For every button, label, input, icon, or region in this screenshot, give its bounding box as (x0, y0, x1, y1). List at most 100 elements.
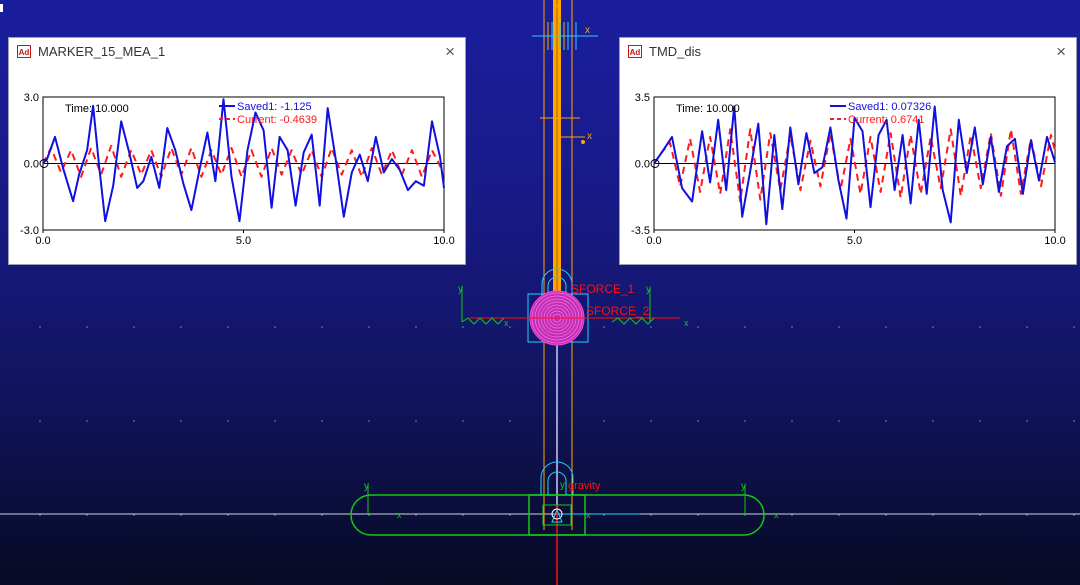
grid-dot (697, 326, 699, 328)
grid-dot (368, 420, 370, 422)
grid-dot (744, 326, 746, 328)
x-tick-label: 10.0 (1044, 235, 1065, 247)
grid-dot (86, 420, 88, 422)
grid-dot (180, 420, 182, 422)
x-tick-label: 10.0 (433, 235, 454, 247)
grid-dot (274, 420, 276, 422)
grid-dot (227, 326, 229, 328)
legend-label: Current: 0.6741 (848, 114, 924, 126)
axis-y-label: y (560, 480, 565, 491)
grid-dot (744, 420, 746, 422)
grid-dot (1073, 326, 1075, 328)
sforce-2-label: SFORCE_2 (586, 304, 650, 318)
y-tick-label: 0.0 (635, 159, 650, 171)
grid-dot (932, 514, 934, 516)
axis-x-label: x (397, 510, 402, 520)
grid-dot (1026, 326, 1028, 328)
grid-dot (697, 514, 699, 516)
line-chart: 3.50.0-3.50.0 5.0 10.0Time: 10.000 Saved1: … (631, 92, 1066, 247)
grid-dot (415, 514, 417, 516)
grid-dot (932, 420, 934, 422)
axis-x-label: x (587, 131, 592, 142)
x-tick-label: 5.0 (236, 235, 251, 247)
axis-y-label: y (741, 481, 746, 492)
axis-x-label: x (585, 25, 590, 36)
x-tick-label: 0.0 (35, 235, 50, 247)
axis-x-label: x (684, 318, 689, 328)
grid-dot (1026, 514, 1028, 516)
grid-dot (791, 514, 793, 516)
x-tick-label: 5.0 (847, 235, 862, 247)
grid-dot (979, 420, 981, 422)
legend-label: Current: -0.4639 (237, 114, 317, 126)
grid-dot (650, 514, 652, 516)
grid-dot (368, 326, 370, 328)
grid-dot (227, 514, 229, 516)
grid-dot (39, 326, 41, 328)
axis-y-label: y (646, 284, 651, 295)
axis-x-label: x (586, 510, 591, 520)
grid-dot (86, 514, 88, 516)
gravity-label: gravity (568, 480, 601, 492)
plot-window-tmd-dis[interactable]: Ad TMD_dis × 3.5 0.0 -3.5 0.0 5.0 10.0 Time: 1… (619, 37, 1077, 265)
grid-dot (932, 326, 934, 328)
plot-window-marker-15[interactable]: Ad MARKER_15_MEA_1 × 3.0 0.0 -3.0 0.0 5.0 10.… (8, 37, 466, 265)
grid-dot (462, 420, 464, 422)
grid-dot (133, 420, 135, 422)
y-tick-label: 0.0 (24, 159, 39, 171)
x-tick-label: 0.0 (646, 235, 661, 247)
time-readout: Time: 10.000 (65, 103, 129, 115)
grid-dot (39, 514, 41, 516)
grid-dot (603, 326, 605, 328)
grid-dot (697, 420, 699, 422)
spring-left (461, 317, 505, 325)
grid-dot (1073, 514, 1075, 516)
legend-label: Saved1: -1.125 (237, 101, 312, 113)
grid-dot (791, 326, 793, 328)
grid-dot (133, 514, 135, 516)
axis-x-label: x (504, 318, 509, 328)
grid-dot (321, 514, 323, 516)
grid-dot (979, 514, 981, 516)
grid-dot (180, 326, 182, 328)
grid-dot (603, 420, 605, 422)
grid-dot (274, 326, 276, 328)
spring-right (611, 317, 655, 325)
grid-dot (509, 420, 511, 422)
grid-dot (180, 514, 182, 516)
grid-dot (1073, 420, 1075, 422)
grid-dot (838, 420, 840, 422)
grid-dot (1026, 420, 1028, 422)
grid-dot (415, 326, 417, 328)
mid-marker-dot (581, 140, 585, 144)
axis-y-label: y (458, 284, 463, 295)
axis-y-label: y (364, 481, 369, 492)
grid-dot (885, 514, 887, 516)
grid-dot (86, 326, 88, 328)
grid-dot (509, 326, 511, 328)
grid-dot (650, 326, 652, 328)
grid-dot (274, 514, 276, 516)
grid-dot (509, 514, 511, 516)
grid-dot (321, 326, 323, 328)
axis-y-label: y (553, 2, 558, 13)
grid-dot (791, 420, 793, 422)
grid-dot (321, 420, 323, 422)
grid-dot (415, 420, 417, 422)
y-tick-label: 3.5 (635, 92, 650, 104)
grid-dot (39, 420, 41, 422)
grid-dot (979, 326, 981, 328)
grid-dot (133, 326, 135, 328)
grid-dot (650, 420, 652, 422)
grid-dot (462, 326, 464, 328)
sforce-1-label: SFORCE_1 (571, 282, 635, 296)
grid-dot (838, 326, 840, 328)
grid-dot (885, 326, 887, 328)
grid-dot (885, 420, 887, 422)
line-chart: 3.00.0-3.00.0 5.0 10.0Time: 10.000 Saved1: … (20, 92, 455, 247)
grid-dot (227, 420, 229, 422)
grid-dot (462, 514, 464, 516)
grid-dot (838, 514, 840, 516)
y-tick-label: 3.0 (24, 92, 39, 104)
axis-x-label: x (774, 510, 779, 520)
